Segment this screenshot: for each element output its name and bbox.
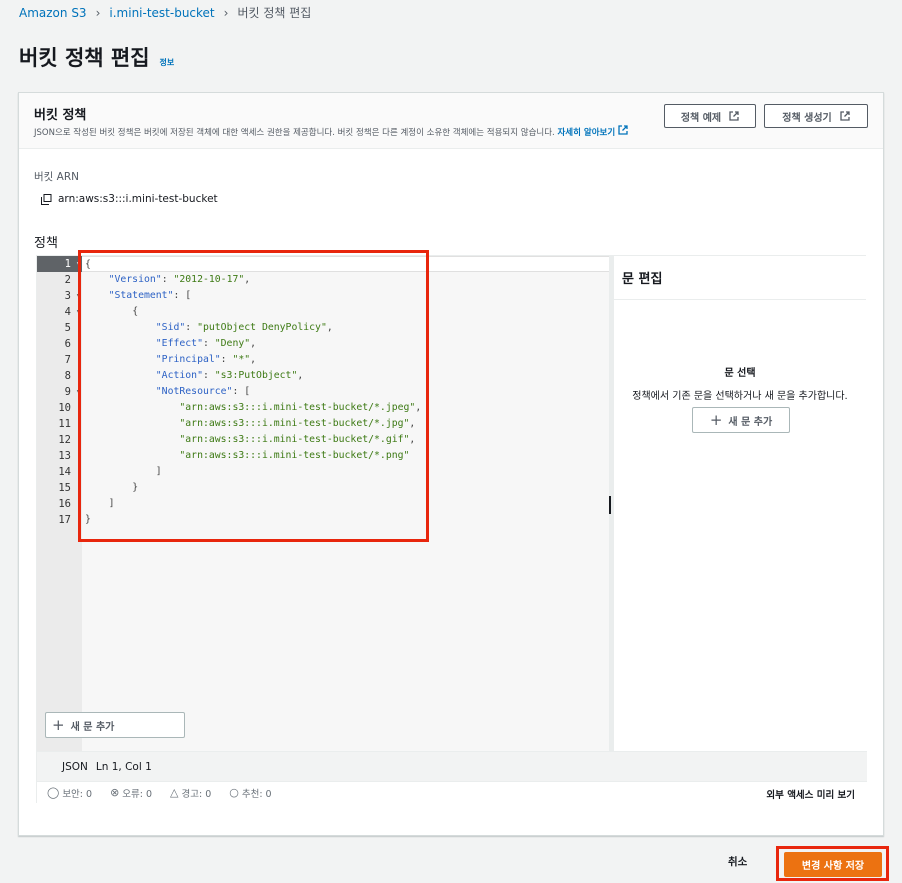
- code-line: "Action": "s3:PutObject",: [155, 370, 304, 381]
- cursor-position: Ln 1, Col 1: [95, 760, 152, 773]
- line-number: 7: [64, 354, 71, 366]
- line-number: 3 ▼: [64, 290, 81, 302]
- editor-status-bar: JSON Ln 1, Col 1: [37, 751, 867, 781]
- line-number: 5: [64, 322, 71, 334]
- chevron-right-icon: ›: [95, 5, 101, 20]
- fold-arrow-icon: ▼: [76, 260, 81, 268]
- breadcrumb: Amazon S3 › i.mini-test-bucket › 버킷 정책 편…: [19, 4, 311, 21]
- code-line: "Version": "2012-10-17",: [108, 274, 251, 285]
- select-statement-title: 문 선택: [724, 368, 756, 379]
- code-line: "Statement": [: [108, 290, 192, 301]
- line-number: 16: [58, 498, 71, 510]
- bucket-arn: arn:aws:s3:::i.mini-test-bucket: [41, 193, 218, 205]
- line-number: 11: [58, 418, 71, 430]
- breadcrumb-s3[interactable]: Amazon S3: [19, 6, 87, 20]
- edit-statement-panel: 문 편집 문 선택 정책에서 기존 문을 선택하거나 새 문을 추가합니다. +…: [613, 256, 866, 751]
- code-line: "arn:aws:s3:::i.mini-test-bucket/*.jpg",: [179, 418, 416, 429]
- external-link-icon: [618, 125, 628, 135]
- warning-icon: △: [170, 786, 179, 799]
- error-count[interactable]: ⊗ 오류: 0: [110, 786, 152, 800]
- chevron-right-icon: ›: [223, 5, 229, 20]
- warning-count[interactable]: △ 경고: 0: [170, 786, 211, 800]
- plus-icon: +: [52, 716, 65, 734]
- bucket-arn-value: arn:aws:s3:::i.mini-test-bucket: [58, 193, 218, 205]
- code-line: ]: [155, 466, 162, 477]
- code-line: "Principal": "*",: [155, 354, 257, 365]
- info-link[interactable]: 정보: [160, 57, 175, 68]
- line-number: 10: [58, 402, 71, 414]
- code-line: {: [82, 256, 609, 272]
- line-number: 4 ▼: [64, 306, 81, 318]
- code-line: }: [132, 482, 139, 493]
- add-statement-button[interactable]: + 새 문 추가: [45, 712, 185, 738]
- copy-icon[interactable]: [41, 193, 52, 205]
- policy-examples-button[interactable]: 정책 예제: [664, 104, 756, 128]
- code-line: "arn:aws:s3:::i.mini-test-bucket/*.png": [179, 450, 410, 461]
- shield-icon: ◯: [47, 786, 60, 799]
- line-number: 12: [58, 434, 71, 446]
- fold-arrow-icon: ▼: [76, 388, 81, 396]
- panel-title: 버킷 정책: [34, 108, 87, 123]
- code-line: }: [85, 514, 91, 525]
- code-line: "Sid": "putObject DenyPolicy",: [155, 322, 333, 333]
- line-number-gutter: 1 ▼ 2 3 ▼ 4 ▼ 5 6 7 8 9 ▼ 10 11 12 13 14 15 …: [37, 256, 82, 751]
- learn-more-link[interactable]: 자세히 알아보기: [557, 125, 628, 138]
- line-number: 8: [64, 370, 71, 382]
- line-number: 13: [58, 450, 71, 462]
- splitter-handle[interactable]: [609, 496, 611, 514]
- external-link-icon: [840, 111, 850, 121]
- external-access-preview-button[interactable]: 외부 액세스 미리 보기: [766, 787, 855, 801]
- plus-icon: +: [709, 411, 723, 429]
- policy-generator-button[interactable]: 정책 생성기: [764, 104, 868, 128]
- fold-arrow-icon: ▼: [76, 308, 81, 316]
- lightbulb-icon: ○: [229, 786, 239, 799]
- validation-bar: ◯ 보안: 0 ⊗ 오류: 0 △ 경고: 0 ○ 추천: 0 외부 액세스 미리 보기: [37, 781, 867, 803]
- line-number: 1 ▼: [37, 256, 82, 272]
- error-icon: ⊗: [110, 786, 120, 799]
- panel-header: 버킷 정책 JSON으로 작성된 버킷 정책은 버킷에 저장된 객체에 대한 액…: [19, 93, 883, 149]
- code-line: "NotResource": [: [155, 386, 251, 397]
- code-line: {: [132, 306, 139, 317]
- select-statement-description: 정책에서 기존 문을 선택하거나 새 문을 추가합니다.: [632, 391, 848, 402]
- breadcrumb-current: 버킷 정책 편집: [237, 6, 312, 20]
- suggestion-count[interactable]: ○ 추천: 0: [229, 786, 271, 800]
- line-number: 17: [58, 514, 71, 526]
- cancel-button[interactable]: 취소: [728, 854, 747, 869]
- fold-arrow-icon: ▼: [76, 292, 81, 300]
- line-number: 9 ▼: [64, 386, 81, 398]
- bucket-policy-panel: 버킷 정책 JSON으로 작성된 버킷 정책은 버킷에 저장된 객체에 대한 액…: [18, 92, 884, 836]
- external-link-icon: [729, 111, 739, 121]
- save-changes-button[interactable]: 변경 사항 저장: [784, 852, 882, 877]
- edit-statement-title: 문 편집: [614, 256, 866, 300]
- line-number: 6: [64, 338, 71, 350]
- line-number: 2: [64, 274, 71, 286]
- code-line: "Effect": "Deny",: [155, 338, 257, 349]
- line-number: 15: [58, 482, 71, 494]
- language-indicator: JSON: [62, 760, 88, 773]
- code-line: ]: [108, 498, 115, 509]
- page-title-text: 버킷 정책 편집: [19, 46, 150, 70]
- breadcrumb-bucket[interactable]: i.mini-test-bucket: [109, 6, 214, 20]
- line-number: 14: [58, 466, 71, 478]
- policy-code-editor[interactable]: 1 ▼ 2 3 ▼ 4 ▼ 5 6 7 8 9 ▼ 10 11 12 13 14 15 …: [37, 256, 609, 751]
- policy-editor-container: 1 ▼ 2 3 ▼ 4 ▼ 5 6 7 8 9 ▼ 10 11 12 13 14 15 …: [36, 255, 867, 803]
- panel-description: JSON으로 작성된 버킷 정책은 버킷에 저장된 객체에 대한 액세스 권한을…: [34, 125, 628, 138]
- security-count[interactable]: ◯ 보안: 0: [47, 786, 92, 800]
- bucket-arn-label: 버킷 ARN: [34, 171, 79, 183]
- code-line: "arn:aws:s3:::i.mini-test-bucket/*.jpeg"…: [179, 402, 422, 413]
- policy-label: 정책: [34, 236, 58, 251]
- code-line: "arn:aws:s3:::i.mini-test-bucket/*.gif",: [179, 434, 416, 445]
- code-content[interactable]: { "Version": "2012-10-17", "Statement": …: [82, 256, 609, 528]
- side-add-statement-button[interactable]: + 새 문 추가: [692, 407, 790, 433]
- page-title: 버킷 정책 편집 정보: [19, 42, 174, 72]
